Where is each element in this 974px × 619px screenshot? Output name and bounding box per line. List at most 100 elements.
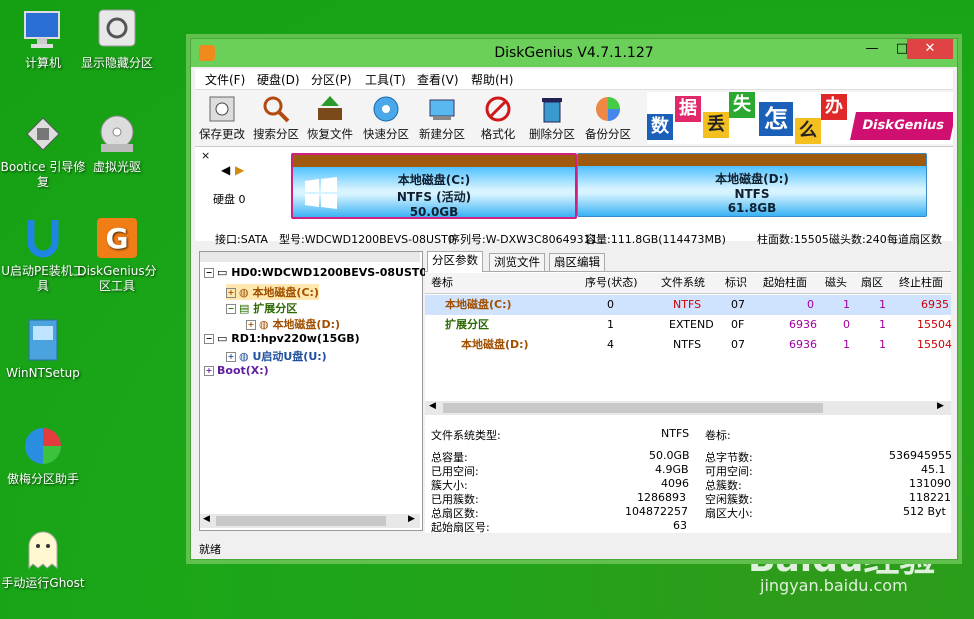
desktop-icon-aomei[interactable]: 傲梅分区助手	[0, 424, 86, 487]
minimize-button[interactable]: —	[857, 39, 887, 59]
windows-logo-icon	[305, 177, 337, 209]
status-bar: 就绪	[195, 539, 953, 556]
col-header-fs[interactable]: 文件系统	[661, 273, 705, 293]
search-partition-button[interactable]: 搜索分区	[249, 94, 303, 142]
expand-toggle[interactable]: −	[204, 268, 214, 278]
menu-partition[interactable]: 分区(P)	[311, 71, 352, 88]
tree-item-label: U启动U盘(U:)	[252, 350, 327, 363]
col-header-sector[interactable]: 扇区	[861, 273, 883, 293]
partition-fs: NTFS	[734, 187, 770, 201]
u-icon	[21, 216, 65, 260]
cell-end-cyl: 15504	[917, 318, 952, 331]
new-partition-button[interactable]: 新建分区	[415, 94, 469, 142]
delete-partition-button[interactable]: 删除分区	[525, 94, 579, 142]
scroll-thumb[interactable]	[443, 403, 823, 413]
format-button[interactable]: 格式化	[471, 94, 525, 142]
desktop-icon-diskgenius[interactable]: G DiskGenius分区工具	[74, 216, 160, 294]
drive-icon	[95, 8, 139, 52]
cell-sector: 1	[879, 298, 886, 311]
partition-icon: ◍	[239, 286, 253, 299]
col-header-id[interactable]: 标识	[725, 273, 747, 293]
desktop-icon-show-hidden[interactable]: 显示隐藏分区	[74, 8, 160, 71]
col-header-index[interactable]: 序号(状态)	[585, 273, 638, 293]
prop-value: 63	[673, 519, 687, 532]
tree-item-extended[interactable]: − ▤ 扩展分区	[226, 300, 297, 316]
banner-char: 么	[795, 118, 821, 144]
tree-item-c[interactable]: + ◍ 本地磁盘(C:)	[226, 284, 319, 300]
disk-info-line: 接口:SATA 型号:WDCWD1200BEVS-08UST0 序列号:W-DX…	[195, 229, 953, 246]
expand-toggle[interactable]: −	[226, 304, 236, 314]
tree-h-scrollbar[interactable]: ◀ ▶	[200, 514, 420, 528]
expand-toggle[interactable]: +	[246, 320, 256, 330]
banner-char: 失	[729, 92, 755, 118]
expand-toggle[interactable]: +	[226, 352, 236, 362]
table-h-scrollbar[interactable]: ◀ ▶	[425, 401, 951, 415]
partition-name: 本地磁盘(D:)	[715, 172, 789, 186]
prop-value: 512 Byt	[903, 505, 946, 518]
col-header-label[interactable]: 卷标	[431, 273, 453, 293]
prev-disk-icon[interactable]: ◀	[221, 163, 230, 177]
expand-toggle[interactable]: −	[204, 334, 214, 344]
tree-item-hd0[interactable]: − ▭ HD0:WDCWD1200BEVS-08UST0	[204, 266, 427, 279]
desktop-icon-ghost[interactable]: 手动运行Ghost	[0, 528, 86, 591]
partition-block-d[interactable]: 本地磁盘(D:) NTFS 61.8GB	[577, 153, 927, 217]
tree-item-label: HD0:WDCWD1200BEVS-08UST0	[231, 266, 428, 279]
cell-head: 1	[843, 298, 850, 311]
menu-help[interactable]: 帮助(H)	[471, 71, 513, 88]
cell-sector: 1	[879, 338, 886, 351]
prop-value: 50.0GB	[649, 449, 690, 462]
partition-block-c[interactable]: 本地磁盘(C:) NTFS (活动) 50.0GB	[291, 153, 577, 219]
scroll-thumb[interactable]	[216, 516, 386, 526]
delete-icon	[537, 94, 567, 124]
prop-value: 536945955	[889, 449, 952, 462]
menu-view[interactable]: 查看(V)	[417, 71, 459, 88]
close-button[interactable]: ✕	[907, 39, 953, 59]
menu-file[interactable]: 文件(F)	[205, 71, 245, 88]
tree-item-d[interactable]: + ◍ 本地磁盘(D:)	[246, 316, 340, 332]
ad-banner[interactable]: 数 据 丢 失 怎 么 办 DiskGenius	[647, 92, 953, 144]
prop-value: 131090	[909, 477, 951, 490]
partition-table: 卷标 序号(状态) 文件系统 标识 起始柱面 磁头 扇区 终止柱面 本地磁盘(C…	[425, 273, 952, 393]
scroll-right-icon[interactable]: ▶	[937, 401, 944, 411]
recover-icon	[315, 94, 345, 124]
menu-disk[interactable]: 硬盘(D)	[257, 71, 300, 88]
desktop-icon-virtual-cd[interactable]: 虚拟光驱	[74, 112, 160, 175]
quick-partition-button[interactable]: 快速分区	[359, 94, 413, 142]
scroll-right-icon[interactable]: ▶	[408, 514, 415, 524]
partition-assistant-icon	[21, 424, 65, 468]
tree-item-rd1[interactable]: − ▭ RD1:hpv220w(15GB)	[204, 332, 360, 345]
desktop-icon-label: 手动运行Ghost	[1, 576, 85, 590]
disk-map: × ◀ ▶ 硬盘 0 本地磁盘(C:) NTFS (活动) 50.0GB 本地磁…	[195, 147, 953, 241]
title-bar[interactable]: DiskGenius V4.7.1.127 — □ ✕	[191, 39, 957, 67]
col-header-start-cyl[interactable]: 起始柱面	[763, 273, 807, 293]
backup-partition-button[interactable]: 备份分区	[581, 94, 635, 142]
col-header-end-cyl[interactable]: 终止柱面	[899, 273, 943, 293]
tab-partition-params[interactable]: 分区参数	[427, 251, 483, 272]
svg-text:G: G	[106, 222, 129, 255]
col-header-head[interactable]: 磁头	[825, 273, 847, 293]
expand-toggle[interactable]: +	[226, 288, 236, 298]
tree-item-boot[interactable]: + Boot(X:)	[204, 364, 269, 377]
tree-top-scrollbar[interactable]	[200, 252, 420, 262]
menu-tools[interactable]: 工具(T)	[365, 71, 406, 88]
tab-sector-edit[interactable]: 扇区编辑	[549, 253, 605, 271]
recover-files-button[interactable]: 恢复文件	[303, 94, 357, 142]
scroll-left-icon[interactable]: ◀	[203, 514, 210, 524]
desktop-icon-winntsetup[interactable]: WinNTSetup	[0, 318, 86, 381]
watermark-url: jingyan.baidu.com	[760, 576, 908, 595]
prop-value: 1286893	[637, 491, 686, 504]
save-changes-button[interactable]: 保存更改	[195, 94, 249, 142]
expand-toggle[interactable]: +	[204, 366, 214, 376]
quick-partition-icon	[371, 94, 401, 124]
cell-start-cyl: 6936	[789, 318, 817, 331]
desktop-icon-label: 显示隐藏分区	[80, 56, 153, 70]
desktop-icon-label: 虚拟光驱	[92, 160, 141, 174]
partition-icon: ◍	[259, 318, 273, 331]
tree-item-u[interactable]: + ◍ U启动U盘(U:)	[226, 348, 327, 364]
cell-sector: 1	[879, 318, 886, 331]
scroll-left-icon[interactable]: ◀	[429, 401, 436, 411]
ghost-icon	[21, 528, 65, 572]
close-diskmap-icon[interactable]: ×	[201, 149, 210, 162]
tab-browse-files[interactable]: 浏览文件	[489, 253, 545, 271]
next-disk-icon[interactable]: ▶	[235, 163, 244, 177]
